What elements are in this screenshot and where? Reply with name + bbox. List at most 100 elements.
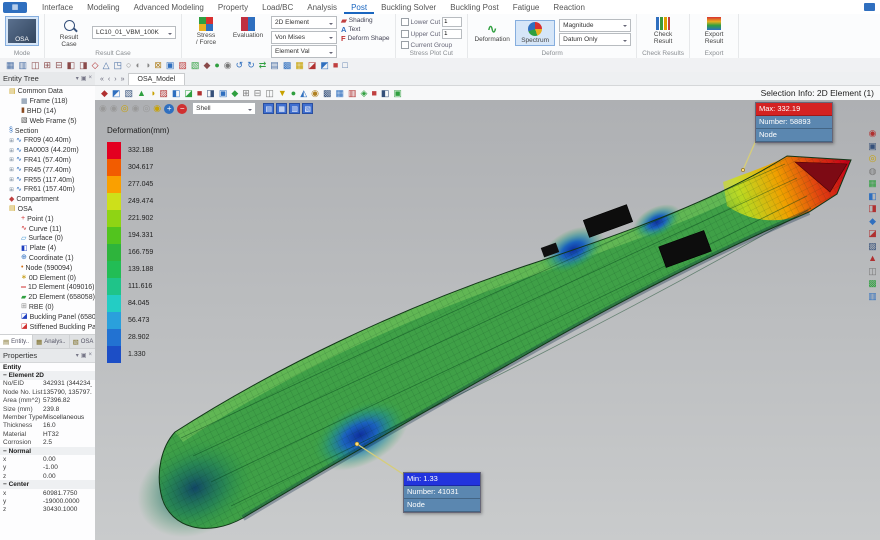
ship-model-render[interactable] — [95, 100, 880, 540]
properties-section-center[interactable]: − Center — [0, 480, 95, 488]
view-control-icon[interactable]: ▣ — [868, 141, 877, 151]
evaluation-button[interactable]: Evaluation — [229, 16, 267, 40]
toolbar-icon[interactable]: ▥ — [19, 59, 28, 71]
stress-type-dropdown[interactable]: Von Mises — [271, 31, 337, 44]
ribbon-tab[interactable]: Modeling — [80, 1, 126, 14]
toolbar-icon[interactable]: ⊠ — [154, 59, 162, 71]
toolbar-icon[interactable]: ● — [291, 87, 296, 99]
properties-section-element[interactable]: − Element 2D — [0, 371, 95, 379]
toolbar-icon[interactable]: ▩ — [323, 87, 332, 99]
panel-header-button[interactable]: × — [88, 75, 92, 82]
toolbar-icon[interactable]: ◈ — [361, 87, 368, 99]
toolbar-icon[interactable]: ⊞ — [44, 59, 52, 71]
toolbar-icon[interactable]: ■ — [197, 87, 202, 99]
toolbar-icon[interactable]: ▨ — [178, 59, 187, 71]
render-mode-icon[interactable]: ◎ — [142, 103, 150, 114]
tree-item[interactable]: ∗ 0D Element (0) — [0, 273, 95, 283]
toolbar-icon[interactable]: ↻ — [247, 59, 255, 71]
toolbar-icon[interactable]: ● — [214, 59, 219, 71]
toolbar-icon[interactable]: ◨ — [79, 59, 88, 71]
view-control-icon[interactable]: ◉ — [869, 128, 877, 138]
zoom-out-button[interactable]: − — [177, 104, 187, 114]
toolbar-icon[interactable]: ◉ — [224, 59, 232, 71]
toolbar-icon[interactable]: ◳ — [114, 59, 123, 71]
render-mode-icon[interactable]: ◎ — [121, 103, 129, 114]
render-mode-icon[interactable]: ◉ — [132, 103, 140, 114]
toolbar-icon[interactable]: ▥ — [348, 87, 357, 99]
view-control-icon[interactable]: ◪ — [868, 228, 877, 238]
render-mode-icon[interactable]: ◉ — [153, 103, 161, 114]
view-control-icon[interactable]: ◎ — [869, 153, 877, 163]
toolbar-icon[interactable]: □ — [342, 59, 347, 71]
view-control-icon[interactable]: ▨ — [868, 241, 877, 251]
toolbar-icon[interactable]: ◫ — [265, 87, 274, 99]
tree-item[interactable]: ⊞ ∿ FR61 (157.40m) — [0, 185, 95, 195]
tree-expander-icon[interactable]: ⊞ — [9, 177, 14, 183]
document-tab[interactable]: OSA_Model — [128, 73, 186, 85]
toolbar-icon[interactable]: ◑ — [150, 87, 155, 99]
tree-expander-icon[interactable]: ⊞ — [9, 187, 14, 193]
tree-expander-icon[interactable]: ⊞ — [9, 138, 14, 144]
tree-item[interactable]: ▤ OSA — [0, 205, 95, 215]
datum-dropdown[interactable]: Datum Only — [559, 33, 631, 46]
toolbar-icon[interactable]: ◉ — [311, 87, 319, 99]
spectrum-button[interactable]: Spectrum — [515, 20, 555, 46]
tree-item[interactable]: ⊞ ∿ FR55 (117.40m) — [0, 175, 95, 185]
toolbar-icon[interactable]: ◨ — [206, 87, 215, 99]
tree-item[interactable]: + Point (1) — [0, 214, 95, 224]
shading-toggle[interactable]: ▰Shading — [341, 17, 390, 24]
toolbar-icon[interactable]: ▣ — [393, 87, 402, 99]
ribbon-tab[interactable]: Interface — [35, 1, 80, 14]
tree-item[interactable]: ⊞ ∿ BA0003 (44.20m) — [0, 146, 95, 156]
tree-item[interactable]: ▰ 2D Element (658058) — [0, 293, 95, 303]
tree-expander-icon[interactable]: ⊞ — [9, 157, 14, 163]
view-preset-button[interactable]: ▦ — [276, 103, 287, 114]
tree-item[interactable]: ▦ Frame (118) — [0, 97, 95, 107]
panel-header-button[interactable]: ▾ — [76, 352, 79, 359]
panel-tab[interactable]: ▤ Entity.. — [0, 335, 33, 348]
toolbar-icon[interactable]: ▼ — [278, 87, 287, 99]
ribbon-tab[interactable]: Analysis — [300, 1, 344, 14]
tree-item[interactable]: ═ 1D Element (409016) — [0, 283, 95, 293]
lower-cut-value[interactable] — [442, 17, 462, 27]
tree-item[interactable]: ▤ Common Data — [0, 87, 95, 97]
render-mode-icon[interactable]: ◉ — [110, 103, 118, 114]
toolbar-icon[interactable]: ▲ — [137, 87, 146, 99]
toolbar-icon[interactable]: ▣ — [219, 87, 228, 99]
tree-item[interactable]: ⊕ Coordinate (1) — [0, 254, 95, 264]
view-preset-button[interactable]: ▤ — [263, 103, 274, 114]
element-type-dropdown[interactable]: 2D Element — [271, 16, 337, 29]
toolbar-icon[interactable]: ■ — [333, 59, 338, 71]
toolbar-icon[interactable]: ◭ — [300, 87, 307, 99]
panel-header-button[interactable]: ▣ — [81, 352, 87, 359]
tree-item[interactable]: • Node (590094) — [0, 263, 95, 273]
toolbar-icon[interactable]: ◪ — [184, 87, 193, 99]
toolbar-icon[interactable]: ◇ — [92, 59, 99, 71]
toolbar-icon[interactable]: ⊟ — [254, 87, 262, 99]
tree-item[interactable]: ⊞ ∿ FR41 (57.40m) — [0, 156, 95, 166]
result-case-button[interactable]: Result Case — [50, 17, 88, 49]
tree-item[interactable]: ◪ Stiffened Buckling Panel — [0, 322, 95, 332]
ribbon-tab[interactable]: Post — [344, 1, 374, 14]
toolbar-icon[interactable]: ◪ — [308, 59, 317, 71]
toolbar-icon[interactable]: ▦ — [336, 87, 345, 99]
magnitude-dropdown[interactable]: Magnitude — [559, 19, 631, 32]
view-control-icon[interactable]: ▩ — [868, 278, 877, 288]
tree-item[interactable]: ⊞ RBE (0) — [0, 303, 95, 313]
toolbar-icon[interactable]: ◧ — [172, 87, 181, 99]
deform-shape-toggle[interactable]: FDeform Shape — [341, 35, 390, 42]
view-control-icon[interactable]: ◧ — [868, 191, 877, 201]
tree-item[interactable]: ⊞ ∿ FR09 (40.40m) — [0, 136, 95, 146]
toolbar-icon[interactable]: ◆ — [101, 87, 108, 99]
ribbon-tab[interactable]: Property — [211, 1, 255, 14]
deformation-button[interactable]: ∿ Deformation — [473, 22, 511, 44]
toolbar-icon[interactable]: ▧ — [124, 87, 133, 99]
properties-section-normal[interactable]: − Normal — [0, 447, 95, 455]
toolbar-icon[interactable]: ▧ — [191, 59, 200, 71]
tree-item[interactable]: ◪ Buckling Panel (658058) — [0, 312, 95, 322]
toolbar-icon[interactable]: ◆ — [203, 59, 210, 71]
view-control-icon[interactable]: ▦ — [868, 178, 877, 188]
stress-force-button[interactable]: Stress / Force — [187, 16, 225, 47]
tree-item[interactable]: ◆ Compartment — [0, 195, 95, 205]
toolbar-icon[interactable]: ○ — [126, 59, 131, 71]
